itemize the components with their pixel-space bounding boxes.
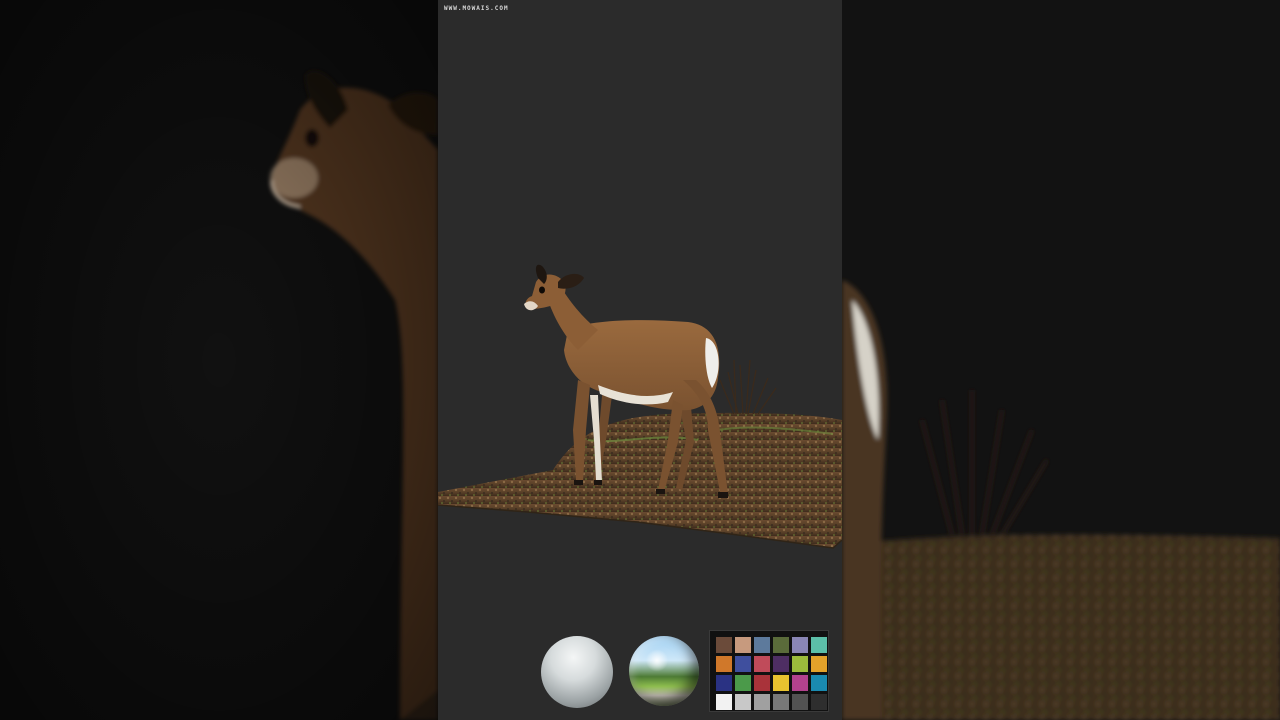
color-patch (792, 694, 808, 710)
color-patch (716, 694, 732, 710)
color-checker-grid (716, 637, 827, 710)
render-viewport: WWW.MOWAIS.COM (438, 0, 842, 720)
deer-on-ground-scene (438, 264, 842, 549)
color-patch (735, 675, 751, 691)
right-backdrop (842, 0, 1280, 720)
color-patch (716, 675, 732, 691)
color-patch (811, 637, 827, 653)
color-patch (792, 637, 808, 653)
color-patch (792, 675, 808, 691)
color-checker-chart (709, 630, 829, 712)
color-patch (735, 656, 751, 672)
left-backdrop (0, 0, 438, 720)
color-patch (716, 656, 732, 672)
ground-patch (438, 412, 842, 549)
color-patch (754, 694, 770, 710)
color-patch (773, 637, 789, 653)
color-patch (735, 694, 751, 710)
color-patch (773, 694, 789, 710)
color-patch (735, 637, 751, 653)
color-patch (716, 637, 732, 653)
color-patch (811, 675, 827, 691)
color-patch (811, 694, 827, 710)
color-patch (754, 675, 770, 691)
color-patch (754, 656, 770, 672)
grass-tuft (719, 359, 777, 415)
blurred-deer-closeup (0, 0, 438, 720)
chrome-sphere (629, 636, 699, 706)
color-patch (792, 656, 808, 672)
color-patch (811, 656, 827, 672)
blurred-ground-closeup (842, 280, 1280, 720)
color-patch (754, 637, 770, 653)
color-patch (773, 656, 789, 672)
color-patch (773, 675, 789, 691)
diffuse-sphere (541, 636, 613, 708)
